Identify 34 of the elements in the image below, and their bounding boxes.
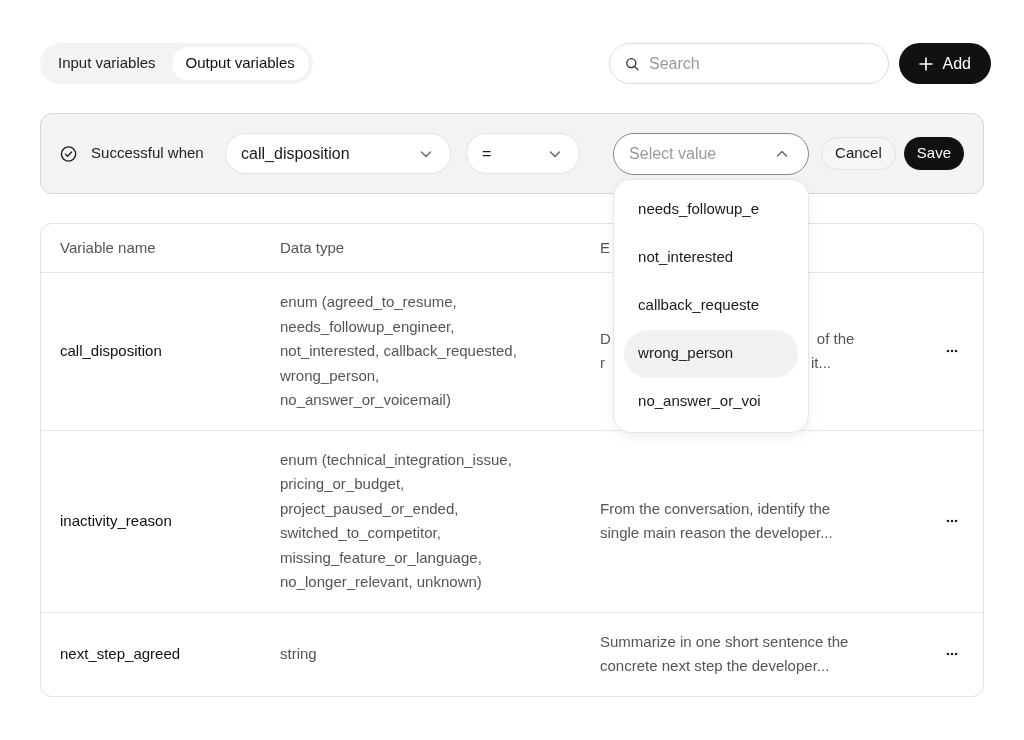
column-header: Variable name (60, 238, 156, 256)
variable-select[interactable]: call_disposition (225, 133, 452, 174)
variable-name: next_step_agreed (60, 645, 181, 662)
plus-icon (918, 56, 933, 71)
description-text: single main reason the developer... (600, 523, 833, 543)
description-text: Summarize in one short sentence the (600, 631, 849, 652)
save-button[interactable]: Save (903, 137, 964, 170)
data-type: enum (agreed_to_resume, needs_followup_engineer, not_interested, callback_requested, wrong_person, no_answer_or_voicemail) (280, 292, 517, 410)
cancel-button[interactable]: Cancel (821, 137, 896, 170)
description-text: r (600, 353, 605, 374)
description-text: concrete next step the developer... (600, 656, 830, 676)
description-text: of the (816, 328, 855, 349)
description-text: it... (811, 353, 831, 374)
description-text: From the conversation, identify the (600, 498, 831, 519)
dropdown-option[interactable]: wrong_person (624, 329, 799, 378)
data-type: enum (technical_integration_issue, pricing_or_budget, project_paused_or_ended, switched_to_competitor, missing_feature_or_language, no_longer_relevant, unknown) (280, 449, 512, 592)
dropdown-option[interactable]: callback_requeste (624, 281, 799, 330)
variable-name: inactivity_reason (60, 512, 172, 529)
operator-select[interactable]: = (466, 133, 581, 174)
column-header: E (600, 238, 610, 256)
tab[interactable]: Input variables (44, 47, 170, 80)
dropdown-option[interactable]: needs_followup_e (624, 185, 799, 234)
tab[interactable]: Output variables (171, 47, 309, 80)
search-input[interactable]: Search (648, 51, 873, 76)
dropdown-option[interactable]: not_interested (624, 233, 799, 282)
variable-name: call_disposition (60, 342, 162, 360)
description-text: D (600, 328, 611, 349)
data-type: string (280, 643, 317, 664)
check-circle-icon (60, 144, 78, 163)
condition-label: Successful when (91, 143, 205, 164)
search-icon (624, 55, 639, 72)
add-button[interactable]: Add (898, 43, 991, 84)
dropdown-option[interactable]: no_answer_or_voi (624, 377, 799, 426)
column-header: Data type (280, 238, 345, 256)
